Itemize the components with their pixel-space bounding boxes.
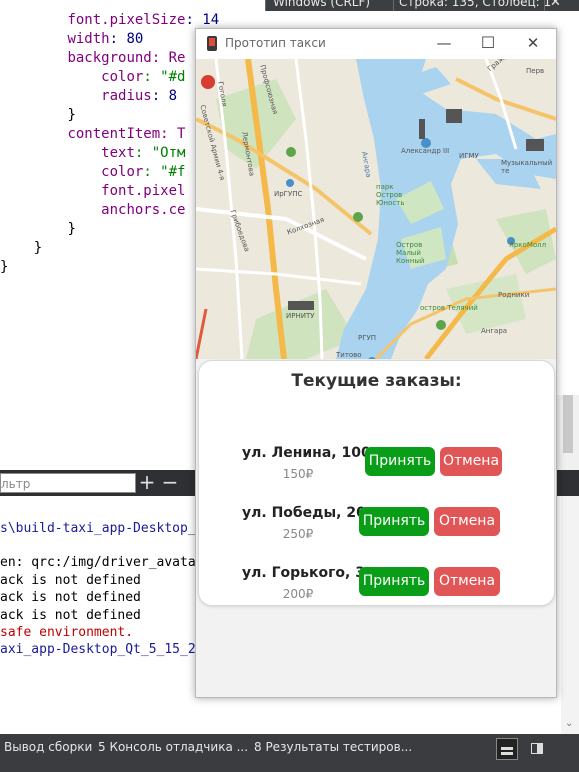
code-line: } [67, 221, 76, 237]
code-line: text: "Отм [101, 145, 186, 161]
orders-heading: Текущие заказы: [291, 371, 462, 391]
output-line: ack is not defined [0, 608, 141, 623]
editor-status-top: Windows (CRLF) Строка: 135, Столбец: 1 ✕ [265, 0, 579, 11]
code-line: } [0, 259, 9, 275]
code-line: background: Re [67, 50, 186, 66]
add-filter-button[interactable]: + [136, 470, 158, 496]
order-price: 250₽ [282, 527, 314, 541]
cancel-button[interactable]: Отмена [434, 567, 500, 596]
cursor-position-label: Строка: 135, Столбец: 1 [399, 0, 552, 9]
accept-button[interactable]: Принять [359, 567, 429, 596]
map-label: Ангара [481, 327, 508, 335]
code-line: font.pixelSize: 14 [67, 12, 220, 28]
close-icon[interactable]: ✕ [520, 32, 546, 54]
taxi-app-window: Прототип такси — ☐ ✕ Гоголя Профсоюзная … [195, 28, 557, 698]
map-label: Профсоюзная [258, 64, 280, 116]
tab-test-results[interactable]: 8 Результаты тестиров... [254, 740, 412, 754]
output-line: safe environment. [0, 625, 134, 640]
encoding-label[interactable]: Windows (CRLF) [273, 0, 370, 9]
output-scrollbar[interactable]: ⌄ [561, 496, 579, 734]
accept-button[interactable]: Принять [365, 447, 435, 476]
map-label: Грибоедова [228, 209, 251, 253]
close-editor-icon[interactable]: ✕ [550, 0, 561, 10]
order-item: ул. Победы, 20 250₽ Принять Отмена [199, 505, 554, 545]
window-title: Прототип такси [225, 36, 326, 50]
city-map[interactable]: Гоголя Профсоюзная Лермонтова Советской … [196, 59, 556, 359]
order-item: ул. Горького, 3 200₽ Принять Отмена [199, 565, 554, 605]
editor-scroll-thumb[interactable] [563, 395, 573, 453]
order-address: ул. Победы, 20 [242, 505, 366, 521]
code-line: radius: 8 [101, 88, 178, 104]
output-line: axi_app-Desktop_Qt_5_15_2 [0, 642, 196, 657]
cancel-button[interactable]: Отмена [434, 507, 500, 536]
output-pane-toggle-icon[interactable] [496, 738, 518, 760]
order-price: 150₽ [282, 467, 314, 481]
sidebar-toggle-icon[interactable] [526, 738, 548, 760]
output-line: ack is not defined [0, 590, 141, 605]
map-label: Ангара [360, 151, 373, 179]
map-label: Перв [526, 67, 545, 75]
scroll-down-icon[interactable]: ⌄ [565, 718, 573, 729]
map-label: остров Телячий [420, 304, 478, 312]
maximize-icon[interactable]: ☐ [475, 32, 501, 54]
output-line: ack is not defined [0, 573, 141, 588]
order-address: ул. Ленина, 100 [242, 445, 371, 461]
map-label: Родники [498, 291, 530, 299]
map-label: ИРНИТУ [286, 312, 315, 320]
map-label: Лермонтова [240, 131, 256, 177]
map-label: Александр III [401, 147, 450, 155]
map-label: Титово [336, 351, 362, 359]
minimize-icon[interactable]: — [431, 32, 457, 54]
map-label: Остров Малый Конный [396, 241, 425, 265]
code-line: contentItem: T [67, 126, 186, 142]
code-line: color: "#f [101, 164, 186, 180]
filter-input[interactable]: льтр [0, 473, 136, 493]
code-line: width: 80 [67, 31, 144, 47]
map-label: ИГМУ [459, 152, 479, 160]
order-price: 200₽ [282, 587, 314, 601]
window-titlebar[interactable]: Прототип такси — ☐ ✕ [196, 29, 556, 59]
map-label: ЯркоМолл [509, 241, 547, 249]
code-line: anchors.ce [101, 202, 186, 218]
output-line: en: qrc:/img/driver_avata [0, 555, 196, 570]
order-item: ул. Ленина, 100 150₽ Принять Отмена [199, 445, 554, 485]
cancel-button[interactable]: Отмена [440, 447, 502, 476]
output-line: s\build-taxi_app-Desktop_ [0, 521, 196, 536]
map-label: Гражданская [486, 59, 529, 73]
orders-panel: Текущие заказы: ул. Ленина, 100 150₽ При… [198, 360, 555, 606]
map-label: Музыкальный те [501, 159, 553, 175]
map-label: Колхозная [286, 215, 326, 237]
app-phone-icon [207, 36, 217, 51]
ide-bottom-bar: Вывод сборки 5 Консоль отладчика ... 8 Р… [0, 734, 579, 772]
order-address: ул. Горького, 3 [242, 565, 365, 581]
tab-build-output[interactable]: Вывод сборки [4, 740, 92, 754]
map-label: ИрГУПС [274, 190, 303, 198]
map-label: Советской Армии 4-я [198, 104, 227, 182]
code-line: color: "#d [101, 69, 186, 85]
tab-debugger-console[interactable]: 5 Консоль отладчика ... [98, 740, 248, 754]
map-label: парк Остров Юность [376, 183, 405, 207]
editor-scrollbar[interactable] [557, 395, 579, 475]
accept-button[interactable]: Принять [359, 507, 429, 536]
filter-bar-right [557, 470, 579, 496]
map-label: РГУП [358, 334, 377, 342]
code-line: } [67, 107, 76, 123]
map-label: Гоголя [216, 81, 229, 108]
code-line: } [33, 240, 43, 256]
code-line: font.pixel [101, 183, 186, 199]
remove-filter-button[interactable]: − [159, 470, 181, 496]
